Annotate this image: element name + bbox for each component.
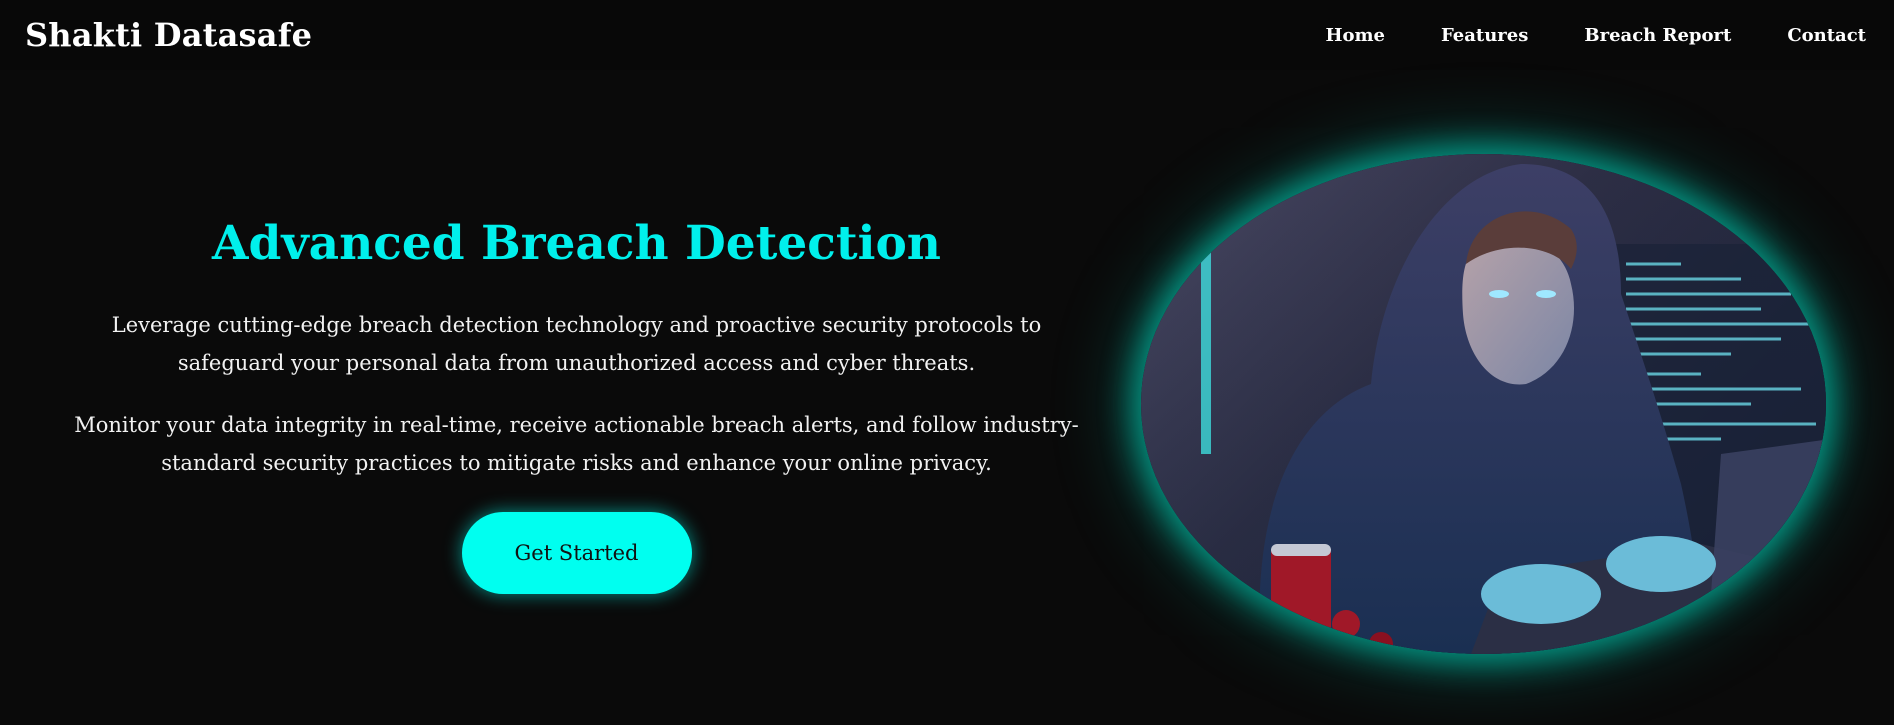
hero-content: Advanced Breach Detection Leverage cutti… <box>60 218 1093 594</box>
brand-logo[interactable]: Shakti Datasafe <box>25 16 312 54</box>
hacker-illustration-graphic <box>1141 154 1826 654</box>
hero-description: Leverage cutting-edge breach detection t… <box>111 312 1042 375</box>
hero-hacker-illustration <box>1141 154 1826 654</box>
navbar: Shakti Datasafe Home Features Breach Rep… <box>0 0 1894 70</box>
nav-home-link[interactable]: Home <box>1325 25 1385 46</box>
main-nav: Home Features Breach Report Contact <box>1269 25 1866 46</box>
nav-features-link[interactable]: Features <box>1441 25 1528 46</box>
get-started-button[interactable]: Get Started <box>461 511 692 594</box>
hero-secondary-description: Monitor your data integrity in real-time… <box>74 412 1079 475</box>
nav-breach-report-link[interactable]: Breach Report <box>1584 25 1731 46</box>
nav-contact-link[interactable]: Contact <box>1787 25 1866 46</box>
hero-title: Advanced Breach Detection <box>212 216 941 271</box>
